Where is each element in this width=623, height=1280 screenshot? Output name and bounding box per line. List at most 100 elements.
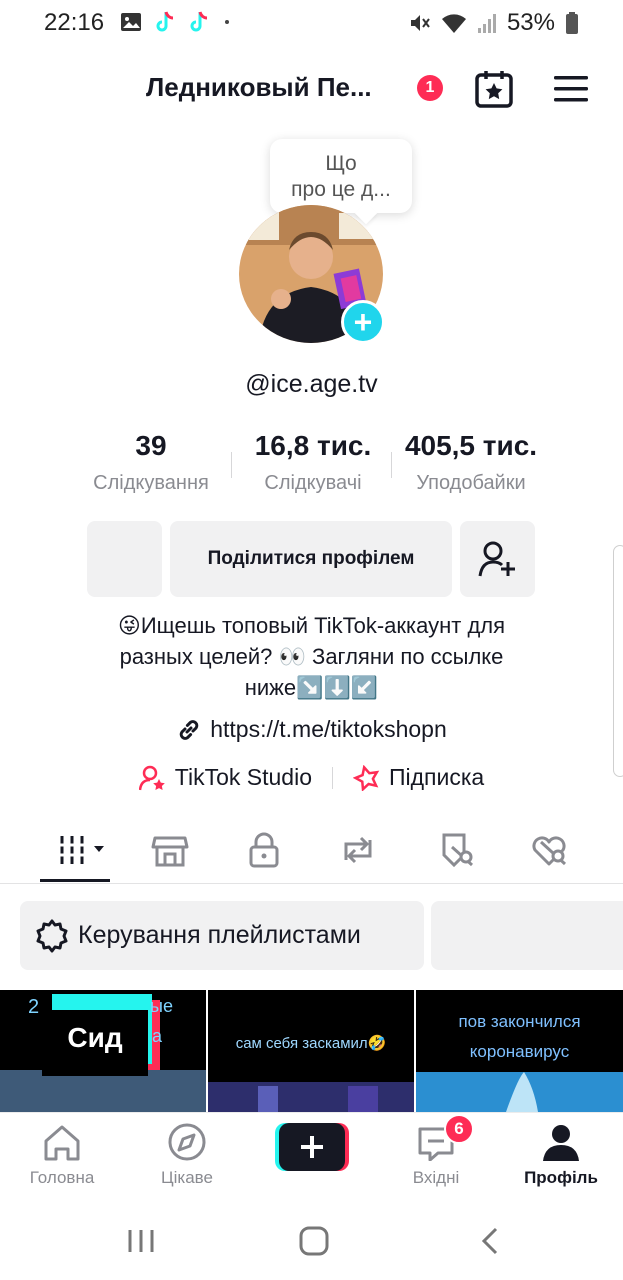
battery-percent: 53% — [506, 9, 555, 36]
battery-icon — [566, 12, 578, 34]
status-bar: 22:16 53% — [0, 0, 623, 44]
gallery-icon — [121, 13, 141, 31]
repost-icon — [344, 836, 372, 864]
playlist-button-secondary[interactable] — [431, 901, 623, 970]
video-thumbnail[interactable]: пов закончился коронавирус — [416, 990, 623, 1112]
profile-header: Ледниковый Пе... 1 — [0, 60, 623, 116]
share-profile-label: Поділитися профілем — [207, 548, 415, 569]
note-bubble-line2: про це д... — [291, 178, 391, 201]
nav-home-label: Головна — [29, 1168, 95, 1187]
nav-profile-label: Профіль — [524, 1168, 598, 1187]
nav-discover-label: Цікаве — [161, 1168, 213, 1187]
link-icon — [179, 719, 199, 740]
mute-icon — [410, 15, 430, 31]
tiktok-studio-link[interactable]: TikTok Studio — [138, 764, 312, 791]
likes-count: 405,5 тис. — [404, 430, 538, 461]
add-friends-button[interactable] — [460, 521, 535, 597]
back-icon[interactable] — [478, 1226, 502, 1256]
home-icon — [44, 1125, 80, 1161]
subscription-star-icon — [352, 764, 380, 791]
divider — [391, 452, 392, 478]
wifi-icon — [441, 14, 466, 33]
liked-icon — [532, 836, 567, 866]
video-overlay-text: Сид — [67, 1022, 123, 1053]
manage-playlists-button[interactable]: Керування плейлистами — [20, 901, 424, 970]
divider — [231, 452, 232, 478]
favorites-icon — [442, 833, 474, 868]
profile-stats: 39 Слідкування 16,8 тис. Слідкувачі 405,… — [0, 430, 623, 502]
bio-line: 😜Ищешь топовый TikTok-аккаунт для — [117, 613, 506, 638]
tab-favorites[interactable] — [435, 828, 479, 872]
calendar-button[interactable] — [473, 68, 515, 110]
video-thumbnail[interactable]: сам себя заскамил🤣 — [208, 990, 414, 1112]
lock-icon — [249, 832, 279, 868]
dot-icon — [225, 20, 229, 24]
note-bubble[interactable]: Що про це д... — [270, 139, 412, 213]
account-switcher[interactable]: Ледниковый Пе... — [146, 72, 372, 103]
stat-following[interactable]: 39 Слідкування — [80, 430, 222, 495]
video-caption: пов закончился — [458, 1012, 581, 1031]
profile-tabs — [0, 820, 623, 884]
stat-likes[interactable]: 405,5 тис. Уподобайки — [396, 430, 546, 495]
gear-icon — [36, 919, 68, 952]
tiktok-notif-icon — [190, 11, 208, 32]
share-profile-button[interactable]: Поділитися профілем — [170, 521, 452, 597]
compass-icon — [168, 1123, 206, 1161]
tab-shop[interactable] — [148, 828, 192, 872]
divider — [331, 766, 333, 789]
nav-profile[interactable]: Профіль — [511, 1123, 611, 1188]
videos-grid-icon — [58, 836, 104, 864]
video-grid: 2 ые а Сид сам себя заскамил🤣 пов законч… — [0, 990, 623, 1112]
tiktok-studio-label: TikTok Studio — [174, 764, 312, 790]
followers-count: 16,8 тис. — [254, 430, 372, 461]
bio-line: разных целей? 👀 Загляни по ссылке — [119, 644, 504, 669]
home-system-icon[interactable] — [298, 1226, 330, 1256]
nav-inbox-label: Вхідні — [412, 1168, 460, 1187]
video-caption: 2 — [28, 996, 40, 1018]
profile-link[interactable]: https://t.me/tiktokshopn — [0, 716, 623, 743]
video-caption: ые — [150, 996, 173, 1016]
shop-icon — [151, 836, 189, 867]
inbox-badge: 6 — [444, 1114, 474, 1144]
signal-icon — [477, 14, 496, 33]
profile-icon — [543, 1125, 579, 1161]
followers-label: Слідкувачі — [264, 472, 362, 494]
scroll-handle[interactable] — [613, 545, 623, 777]
hamburger-menu-icon — [554, 76, 588, 102]
subscription-link[interactable]: Підписка — [352, 764, 485, 791]
tab-liked[interactable] — [527, 828, 571, 872]
video-caption: коронавирус — [469, 1042, 570, 1061]
stat-followers[interactable]: 16,8 тис. Слідкувачі — [240, 430, 386, 495]
following-count: 39 — [135, 430, 167, 461]
tab-reposts[interactable] — [336, 828, 380, 872]
studio-user-star-icon — [138, 765, 165, 790]
bottom-nav: Головна Цікаве Вхідні Профіль — [0, 1112, 623, 1202]
following-label: Слідкування — [93, 472, 209, 494]
tab-videos[interactable] — [54, 828, 110, 872]
note-bubble-line1: Що — [325, 152, 357, 175]
profile-link-text: https://t.me/tiktokshopn — [210, 716, 447, 742]
active-tab-indicator — [40, 879, 110, 882]
create-button[interactable] — [275, 1123, 349, 1171]
profile-bio: 😜Ищешь топовый TikTok-аккаунт для разных… — [40, 610, 583, 703]
likes-label: Уподобайки — [416, 472, 526, 494]
account-notification-badge: 1 — [417, 75, 443, 101]
profile-handle: @ice.age.tv — [245, 370, 378, 398]
tab-private[interactable] — [242, 828, 286, 872]
video-thumbnail[interactable]: 2 ые а Сид — [0, 990, 206, 1112]
system-navigation — [0, 1202, 623, 1280]
plus-icon — [275, 1123, 349, 1171]
menu-button[interactable] — [552, 72, 590, 106]
calendar-star-icon — [475, 71, 513, 108]
manage-playlists-label: Керування плейлистами — [78, 921, 361, 949]
subscription-label: Підписка — [388, 764, 485, 790]
status-time: 22:16 — [44, 9, 105, 36]
add-story-button[interactable]: + — [341, 300, 385, 344]
nav-home[interactable]: Головна — [12, 1123, 112, 1188]
edit-profile-button[interactable] — [87, 521, 162, 597]
nav-discover[interactable]: Цікаве — [137, 1123, 237, 1188]
video-caption: сам себя заскамил🤣 — [235, 1035, 387, 1052]
recent-apps-icon[interactable] — [126, 1228, 156, 1254]
tiktok-notif-icon — [156, 11, 174, 32]
video-caption: а — [152, 1026, 163, 1046]
